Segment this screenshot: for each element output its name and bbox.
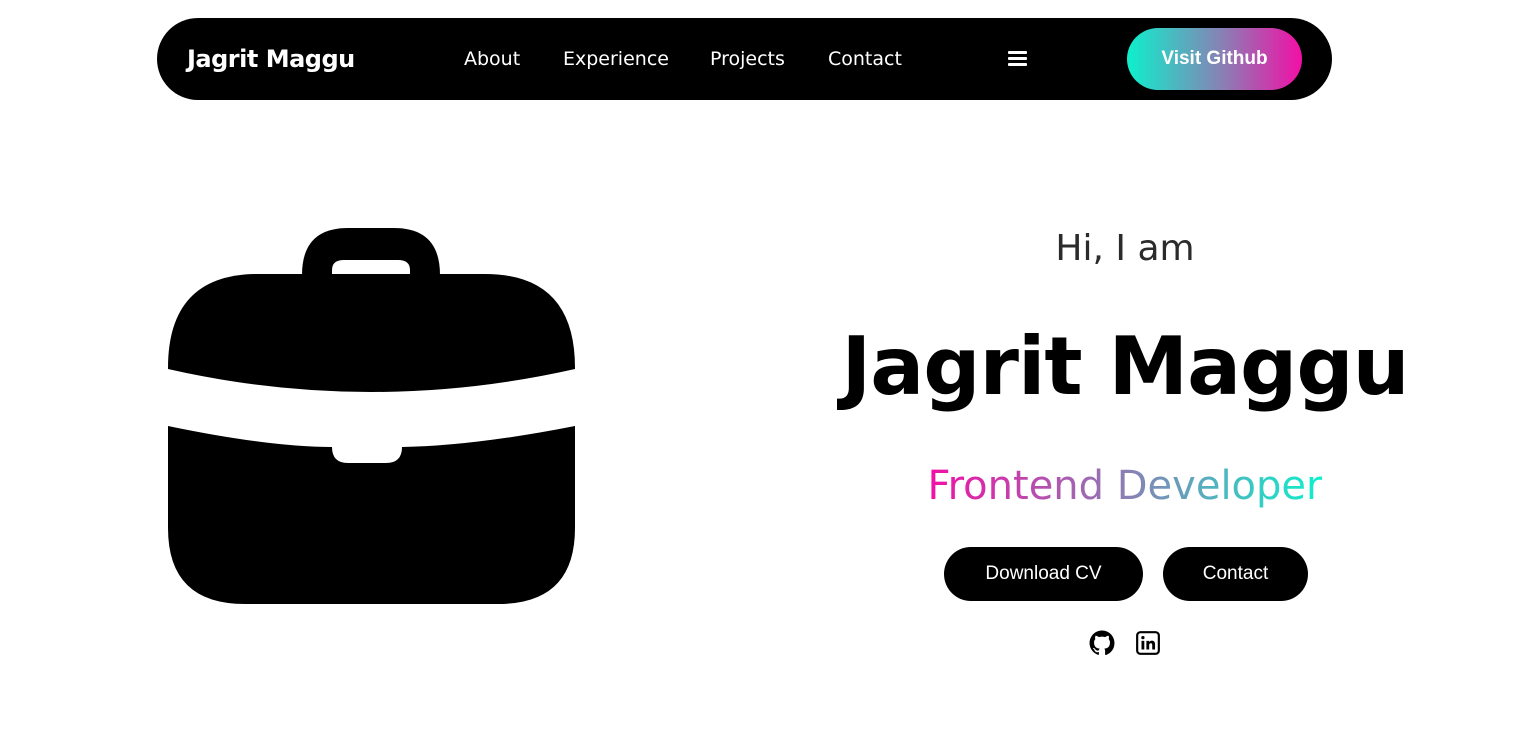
linkedin-icon[interactable] <box>1135 630 1161 656</box>
brand-logo[interactable]: Jagrit Maggu <box>187 18 355 100</box>
visit-github-button[interactable]: Visit Github <box>1127 28 1302 90</box>
nav-link-projects[interactable]: Projects <box>710 18 785 100</box>
hero-role: Frontend Developer <box>780 463 1470 509</box>
download-cv-button[interactable]: Download CV <box>944 547 1143 601</box>
page: Jagrit Maggu About Experience Projects C… <box>0 0 1531 737</box>
hero-name: Jagrit Maggu <box>841 320 1409 413</box>
hero-role-text: Frontend Developer <box>927 463 1323 509</box>
top-navbar: Jagrit Maggu About Experience Projects C… <box>157 18 1332 100</box>
github-icon[interactable] <box>1089 630 1115 656</box>
contact-button[interactable]: Contact <box>1163 547 1308 601</box>
nav-link-experience[interactable]: Experience <box>563 18 669 100</box>
hamburger-menu-icon[interactable] <box>1008 51 1027 67</box>
hero-greeting: Hi, I am <box>1055 228 1195 269</box>
briefcase-icon <box>168 228 575 604</box>
nav-link-about[interactable]: About <box>464 18 520 100</box>
nav-link-contact[interactable]: Contact <box>828 18 902 100</box>
